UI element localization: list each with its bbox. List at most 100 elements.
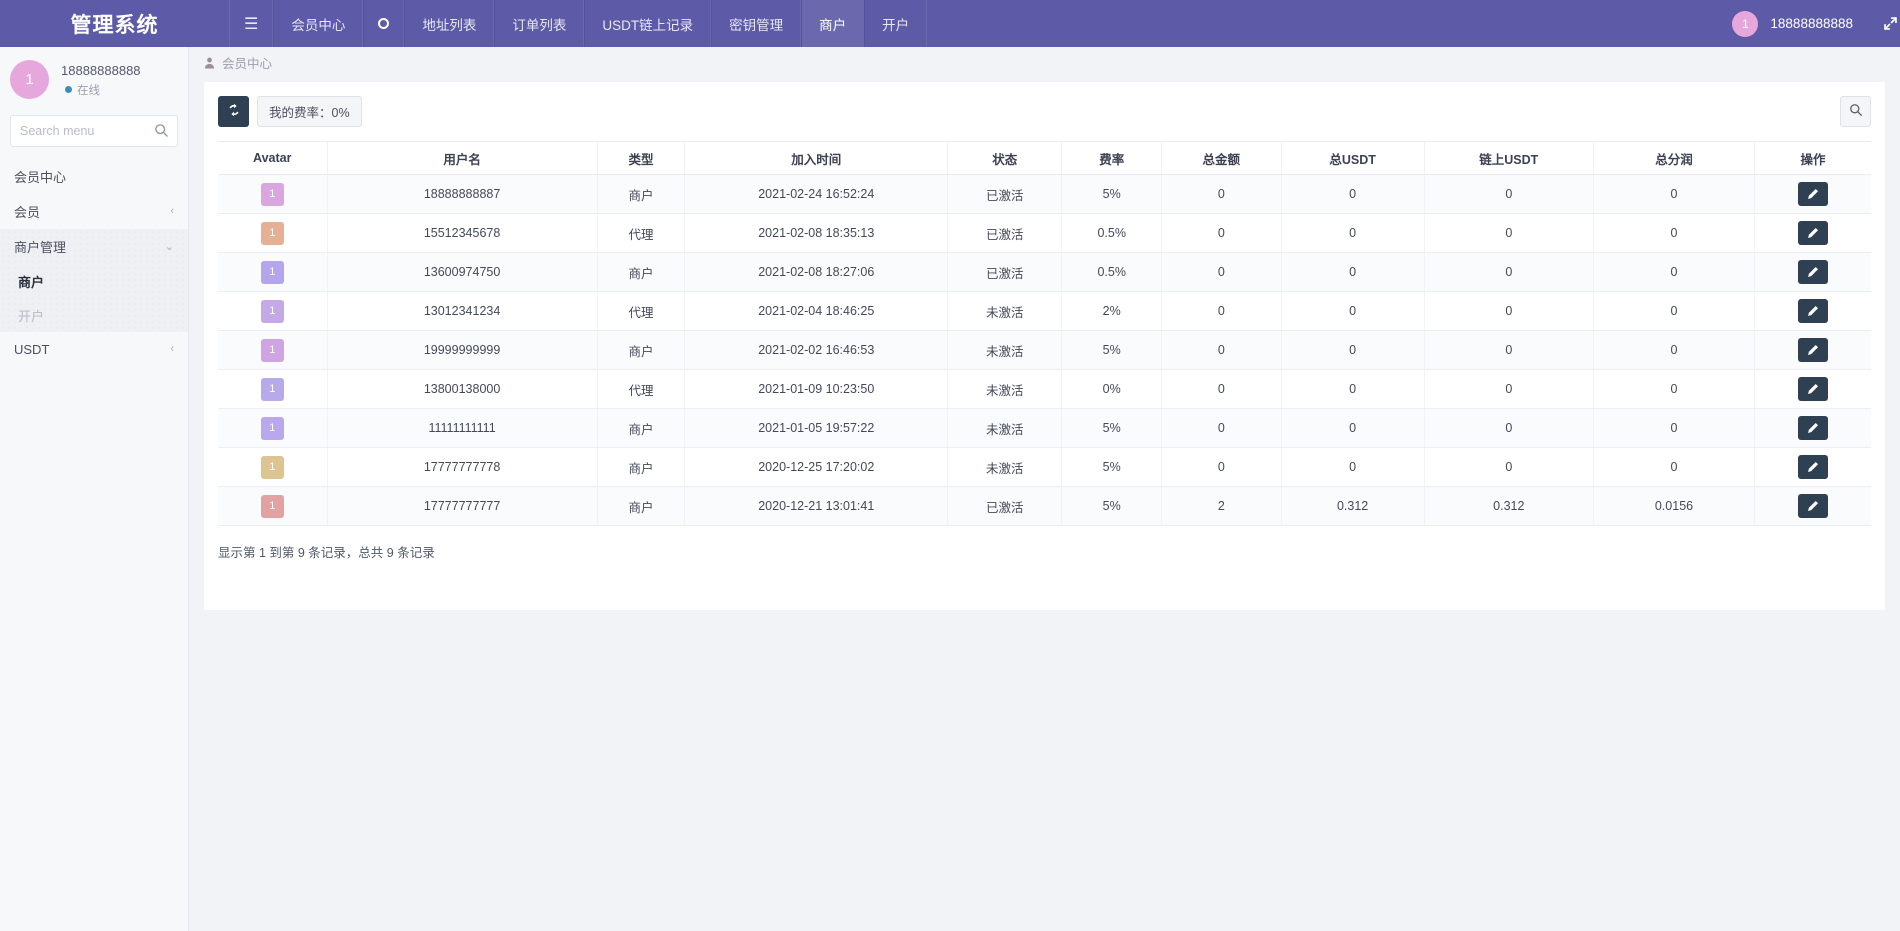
nav-item-key-management[interactable]: 密钥管理 [711, 0, 801, 47]
app-brand: 管理系统 [0, 0, 229, 47]
cell-total-usdt: 0 [1281, 175, 1424, 214]
cell-operation [1754, 175, 1871, 214]
edit-row-button[interactable] [1798, 260, 1828, 284]
breadcrumb-label: 会员中心 [222, 53, 272, 72]
cell-chain-usdt: 0.312 [1424, 487, 1593, 526]
fullscreen-expand-icon[interactable] [1883, 16, 1898, 31]
sidebar-item-label: 会员中心 [14, 167, 174, 186]
search-menu-input[interactable] [10, 115, 178, 147]
sidebar-item-label: 会员 [14, 202, 170, 221]
cell-type: 商户 [597, 448, 685, 487]
col-header-total-usdt[interactable]: 总USDT [1281, 142, 1424, 175]
navbar-username[interactable]: 18888888888 [1770, 16, 1853, 31]
cell-join-time: 2021-02-04 18:46:25 [685, 292, 948, 331]
user-icon [204, 57, 215, 69]
breadcrumb: 会员中心 [189, 47, 1900, 78]
col-header-join-time[interactable]: 加入时间 [685, 142, 948, 175]
sidebar-item-open-account[interactable]: 开户 [0, 298, 188, 332]
cell-join-time: 2021-02-02 16:46:53 [685, 331, 948, 370]
cell-total-usdt: 0.312 [1281, 487, 1424, 526]
table-row: 119999999999商户2021-02-02 16:46:53未激活5%00… [218, 331, 1871, 370]
refresh-button[interactable] [218, 96, 249, 127]
sidebar-item-usdt[interactable]: USDT ‹ [0, 332, 188, 367]
col-header-avatar[interactable]: Avatar [218, 142, 327, 175]
nav-item-open-account[interactable]: 开户 [864, 0, 927, 47]
pencil-edit-icon [1807, 266, 1819, 278]
cell-operation [1754, 448, 1871, 487]
content-panel: 我的费率：0% Avatar 用户名 类型 加入时间 状态 费率 总金额 [204, 82, 1885, 610]
col-header-username[interactable]: 用户名 [327, 142, 597, 175]
col-header-chain-usdt[interactable]: 链上USDT [1424, 142, 1593, 175]
nav-item-merchant[interactable]: 商户 [801, 0, 864, 47]
nav-item-order-list[interactable]: 订单列表 [494, 0, 584, 47]
cell-operation [1754, 292, 1871, 331]
edit-row-button[interactable] [1798, 416, 1828, 440]
cell-rate: 5% [1062, 331, 1162, 370]
col-header-total-amount[interactable]: 总金额 [1161, 142, 1281, 175]
sidebar-item-label: USDT [14, 342, 170, 357]
sidebar-item-merchant-management[interactable]: 商户管理 ⌄ [0, 229, 188, 264]
nav-item-usdt-chain-records[interactable]: USDT链上记录 [584, 0, 711, 47]
cell-avatar: 1 [218, 487, 327, 526]
pencil-edit-icon [1807, 188, 1819, 200]
avatar: 1 [261, 456, 284, 479]
edit-row-button[interactable] [1798, 494, 1828, 518]
sidebar-user-meta: 18888888888 在线 [61, 62, 141, 98]
cell-type: 商户 [597, 487, 685, 526]
pencil-edit-icon [1807, 344, 1819, 356]
cell-operation [1754, 370, 1871, 409]
cell-total-usdt: 0 [1281, 370, 1424, 409]
cell-type: 代理 [597, 214, 685, 253]
col-header-total-profit[interactable]: 总分润 [1594, 142, 1755, 175]
table-toolbar: 我的费率：0% [218, 96, 1871, 127]
avatar: 1 [261, 183, 284, 206]
edit-row-button[interactable] [1798, 338, 1828, 362]
cell-total-profit: 0 [1594, 175, 1755, 214]
sidebar-item-member[interactable]: 会员 ‹ [0, 194, 188, 229]
cell-username: 17777777778 [327, 448, 597, 487]
my-rate-button[interactable]: 我的费率：0% [257, 96, 362, 127]
cell-status: 未激活 [948, 370, 1062, 409]
avatar: 1 [261, 339, 284, 362]
edit-row-button[interactable] [1798, 182, 1828, 206]
table-search-button[interactable] [1840, 96, 1871, 127]
edit-row-button[interactable] [1798, 299, 1828, 323]
nav-item-circle[interactable] [363, 0, 404, 47]
cell-total-profit: 0 [1594, 214, 1755, 253]
pencil-edit-icon [1807, 227, 1819, 239]
cell-avatar: 1 [218, 253, 327, 292]
col-header-rate[interactable]: 费率 [1062, 142, 1162, 175]
navbar-avatar[interactable]: 1 [1732, 11, 1758, 37]
cell-join-time: 2021-02-08 18:35:13 [685, 214, 948, 253]
cell-username: 13600974750 [327, 253, 597, 292]
sidebar-item-merchant[interactable]: 商户 [0, 264, 188, 298]
nav-user-area: 1 18888888888 [1732, 0, 1900, 47]
pencil-edit-icon [1807, 461, 1819, 473]
col-header-operation[interactable]: 操作 [1754, 142, 1871, 175]
col-header-type[interactable]: 类型 [597, 142, 685, 175]
edit-row-button[interactable] [1798, 377, 1828, 401]
nav-item-address-list[interactable]: 地址列表 [404, 0, 494, 47]
cell-avatar: 1 [218, 409, 327, 448]
nav-item-member-center[interactable]: 会员中心 [273, 0, 363, 47]
circle-icon [378, 18, 389, 29]
cell-chain-usdt: 0 [1424, 370, 1593, 409]
cell-total-amount: 0 [1161, 214, 1281, 253]
chevron-down-icon: ⌄ [165, 240, 174, 253]
cell-chain-usdt: 0 [1424, 175, 1593, 214]
sidebar-toggle-button[interactable]: ☰ [229, 0, 273, 47]
cell-avatar: 1 [218, 292, 327, 331]
sidebar-item-member-center[interactable]: 会员中心 [0, 159, 188, 194]
cell-status: 已激活 [948, 175, 1062, 214]
cell-total-profit: 0 [1594, 409, 1755, 448]
search-icon [1849, 103, 1863, 120]
cell-total-usdt: 0 [1281, 292, 1424, 331]
cell-rate: 5% [1062, 175, 1162, 214]
sidebar-submenu: 商户 开户 [0, 264, 188, 332]
edit-row-button[interactable] [1798, 455, 1828, 479]
cell-type: 代理 [597, 370, 685, 409]
edit-row-button[interactable] [1798, 221, 1828, 245]
cell-total-usdt: 0 [1281, 409, 1424, 448]
col-header-status[interactable]: 状态 [948, 142, 1062, 175]
avatar: 1 [261, 222, 284, 245]
